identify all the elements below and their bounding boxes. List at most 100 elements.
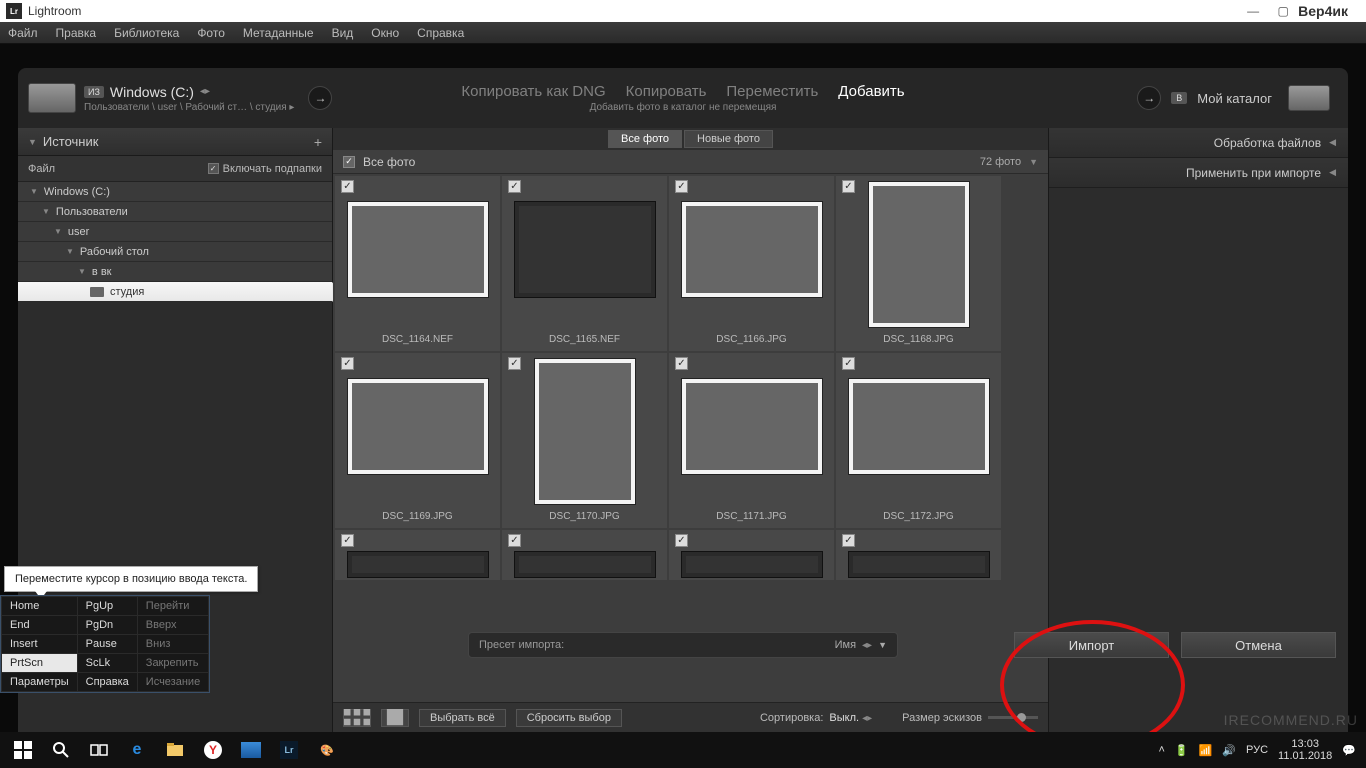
include-subfolders-checkbox[interactable]: ✓ Включать подпапки (208, 163, 322, 175)
language-indicator[interactable]: РУС (1246, 744, 1268, 756)
tab-all-photos[interactable]: Все фото (608, 130, 682, 148)
osk-key[interactable]: End (2, 616, 78, 635)
thumb-checkbox[interactable]: ✓ (842, 180, 855, 193)
tab-new-photos[interactable]: Новые фото (684, 130, 773, 148)
action-add[interactable]: Добавить (838, 83, 904, 100)
thumbnail-cell[interactable]: ✓DSC_1164.NEF (335, 176, 500, 351)
osk-key[interactable]: Вверх (137, 616, 208, 635)
action-move[interactable]: Переместить (726, 83, 818, 100)
import-preset-bar[interactable]: Пресет импорта: Имя◂▸▼ (468, 632, 898, 658)
source-selector[interactable]: ИЗ Windows (C:) ◂▸ Пользователи \ user \… (84, 84, 294, 113)
thumb-checkbox[interactable]: ✓ (675, 180, 688, 193)
search-icon[interactable] (42, 732, 80, 768)
action-copy-dng[interactable]: Копировать как DNG (461, 83, 605, 100)
osk-key[interactable]: PrtScn (2, 654, 78, 673)
menu-view[interactable]: Вид (332, 26, 354, 40)
tree-node[interactable]: ▼user (18, 222, 332, 242)
osk-key[interactable]: PgUp (77, 597, 137, 616)
thumb-checkbox[interactable]: ✓ (842, 534, 855, 547)
add-source-button[interactable]: + (314, 134, 322, 150)
menu-help[interactable]: Справка (417, 26, 464, 40)
source-forward-button[interactable]: → (308, 86, 332, 110)
thumbnail-cell[interactable]: ✓DSC_1171.JPG (669, 353, 834, 528)
osk-key[interactable]: Insert (2, 635, 78, 654)
menu-metadata[interactable]: Метаданные (243, 26, 314, 40)
thumbnail-cell[interactable]: ✓DSC_1165.NEF (502, 176, 667, 351)
onscreen-keyboard[interactable]: HomePgUpПерейти EndPgDnВверх InsertPauseВн… (0, 595, 210, 693)
view-loupe-button[interactable] (381, 709, 409, 727)
tree-node[interactable]: ▼Пользователи (18, 202, 332, 222)
action-copy[interactable]: Копировать (626, 83, 707, 100)
clock[interactable]: 13:03 11.01.2018 (1278, 738, 1332, 762)
thumbnail-cell[interactable]: ✓ (502, 530, 667, 580)
volume-icon[interactable]: 🔊 (1222, 744, 1236, 757)
cancel-button[interactable]: Отмена (1181, 632, 1336, 658)
tree-node[interactable]: ▼в вк (18, 262, 332, 282)
thumbnail-cell[interactable]: ✓DSC_1166.JPG (669, 176, 834, 351)
thumb-checkbox[interactable]: ✓ (508, 180, 521, 193)
osk-key[interactable]: Перейти (137, 597, 208, 616)
wifi-icon[interactable]: 📶 (1199, 744, 1213, 757)
source-panel-header[interactable]: ▼ Источник + (18, 128, 332, 156)
menu-library[interactable]: Библиотека (114, 26, 179, 40)
thumbnail-cell[interactable]: ✓ (335, 530, 500, 580)
task-view-icon[interactable] (80, 732, 118, 768)
osk-key[interactable]: Home (2, 597, 78, 616)
import-button[interactable]: Импорт (1014, 632, 1169, 658)
menu-photo[interactable]: Фото (197, 26, 225, 40)
apply-during-import-section[interactable]: Применить при импорте◀ (1049, 158, 1348, 188)
lightroom-taskbar-icon[interactable]: Lr (270, 732, 308, 768)
paint-icon[interactable]: 🎨 (308, 732, 346, 768)
yandex-icon[interactable]: Y (194, 732, 232, 768)
explorer-icon[interactable] (156, 732, 194, 768)
tree-node[interactable]: ▼Windows (C:) (18, 182, 332, 202)
thumb-checkbox[interactable]: ✓ (842, 357, 855, 370)
osk-key[interactable]: Исчезание (137, 673, 208, 692)
osk-key[interactable]: Вниз (137, 635, 208, 654)
thumb-checkbox[interactable]: ✓ (675, 357, 688, 370)
menu-window[interactable]: Окно (371, 26, 399, 40)
thumbnail-cell[interactable]: ✓ (836, 530, 1001, 580)
battery-icon[interactable]: 🔋 (1175, 744, 1189, 757)
menu-edit[interactable]: Правка (56, 26, 97, 40)
select-all-button[interactable]: Выбрать всё (419, 709, 506, 727)
thumbnail-cell[interactable]: ✓DSC_1168.JPG (836, 176, 1001, 351)
tree-node[interactable]: студия (18, 282, 332, 302)
osk-key[interactable]: Pause (77, 635, 137, 654)
notifications-icon[interactable]: 💬 (1342, 744, 1356, 757)
osk-key[interactable]: Закрепить (137, 654, 208, 673)
osk-key[interactable]: ScLk (77, 654, 137, 673)
select-all-checkbox[interactable]: ✓ (343, 156, 355, 168)
deselect-all-button[interactable]: Сбросить выбор (516, 709, 622, 727)
thumb-checkbox[interactable]: ✓ (341, 534, 354, 547)
thumbnail-cell[interactable]: ✓DSC_1169.JPG (335, 353, 500, 528)
tray-chevron-icon[interactable]: ˄ (1158, 744, 1164, 756)
osk-key[interactable]: Справка (77, 673, 137, 692)
edge-icon[interactable]: e (118, 732, 156, 768)
thumb-size-slider[interactable] (988, 716, 1038, 719)
section-disclosure-icon[interactable]: ▼ (1029, 157, 1038, 167)
osk-key[interactable]: Параметры (2, 673, 78, 692)
tree-node[interactable]: ▼Рабочий стол (18, 242, 332, 262)
thumb-checkbox[interactable]: ✓ (675, 534, 688, 547)
osk-key[interactable]: PgDn (77, 616, 137, 635)
dest-catalog-label[interactable]: Мой каталог (1197, 91, 1272, 106)
thumb-checkbox[interactable]: ✓ (341, 180, 354, 193)
thumbnail-cell[interactable]: ✓ (669, 530, 834, 580)
thumbnail-image (849, 379, 989, 474)
view-grid-button[interactable] (343, 709, 371, 727)
maximize-button[interactable]: ▢ (1268, 4, 1298, 18)
thumb-checkbox[interactable]: ✓ (508, 357, 521, 370)
chevron-icon: ◂▸ (200, 86, 210, 97)
thumb-checkbox[interactable]: ✓ (341, 357, 354, 370)
dest-forward-button[interactable]: → (1137, 86, 1161, 110)
thumbnail-cell[interactable]: ✓DSC_1170.JPG (502, 353, 667, 528)
start-button[interactable] (4, 732, 42, 768)
file-handling-section[interactable]: Обработка файлов◀ (1049, 128, 1348, 158)
thumb-checkbox[interactable]: ✓ (508, 534, 521, 547)
sort-dropdown[interactable]: Выкл. ◂▸ (829, 712, 872, 724)
app-icon-1[interactable] (232, 732, 270, 768)
minimize-button[interactable]: — (1238, 4, 1268, 18)
menu-file[interactable]: Файл (8, 26, 38, 40)
thumbnail-cell[interactable]: ✓DSC_1172.JPG (836, 353, 1001, 528)
